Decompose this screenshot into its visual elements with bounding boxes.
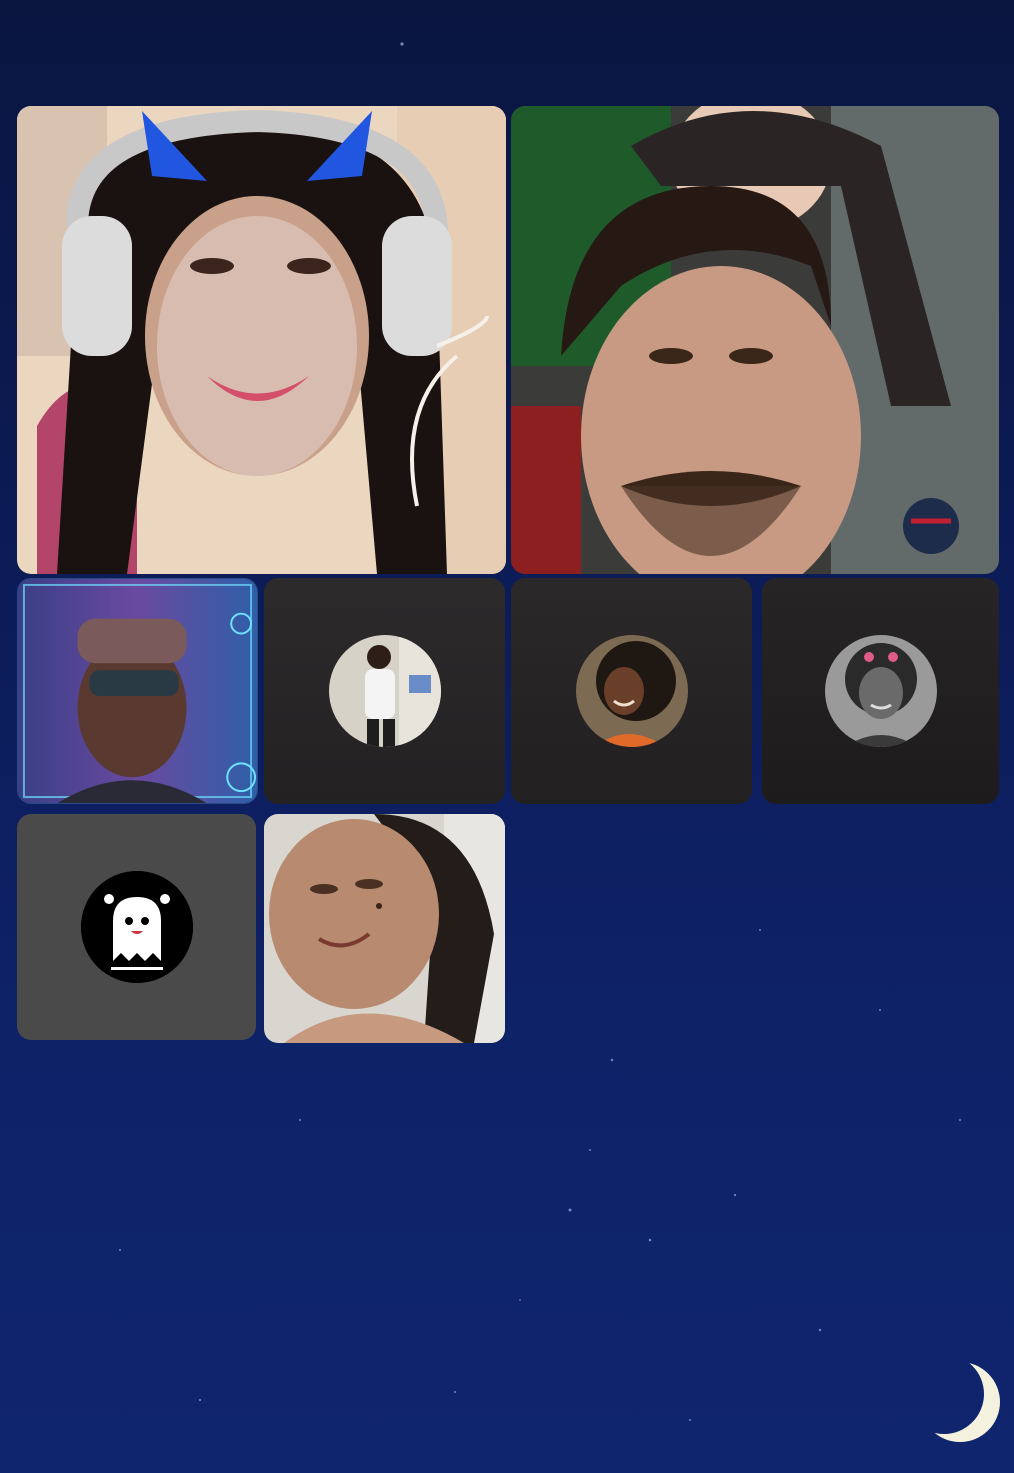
- profile-avatar-icon: [824, 635, 937, 747]
- participant-video-icon: [264, 814, 505, 1043]
- crescent-moon-icon: [920, 1362, 1000, 1442]
- profile-avatar-icon: [328, 635, 441, 747]
- participant-tile-2[interactable]: [511, 106, 999, 574]
- participant-tile-1[interactable]: [17, 106, 506, 574]
- profile-avatar-icon: [575, 635, 688, 747]
- participant-tile-3[interactable]: [17, 578, 258, 804]
- participant-tile-4[interactable]: [264, 578, 505, 804]
- participant-tile-6[interactable]: [762, 578, 999, 804]
- ghost-icon: [80, 871, 193, 983]
- participant-tile-7[interactable]: [17, 814, 256, 1040]
- participant-tile-5[interactable]: [511, 578, 752, 804]
- participant-video-icon: [17, 106, 506, 574]
- participant-tile-8[interactable]: [264, 814, 505, 1043]
- participant-video-icon: [511, 106, 999, 574]
- participant-video-icon: [18, 579, 257, 803]
